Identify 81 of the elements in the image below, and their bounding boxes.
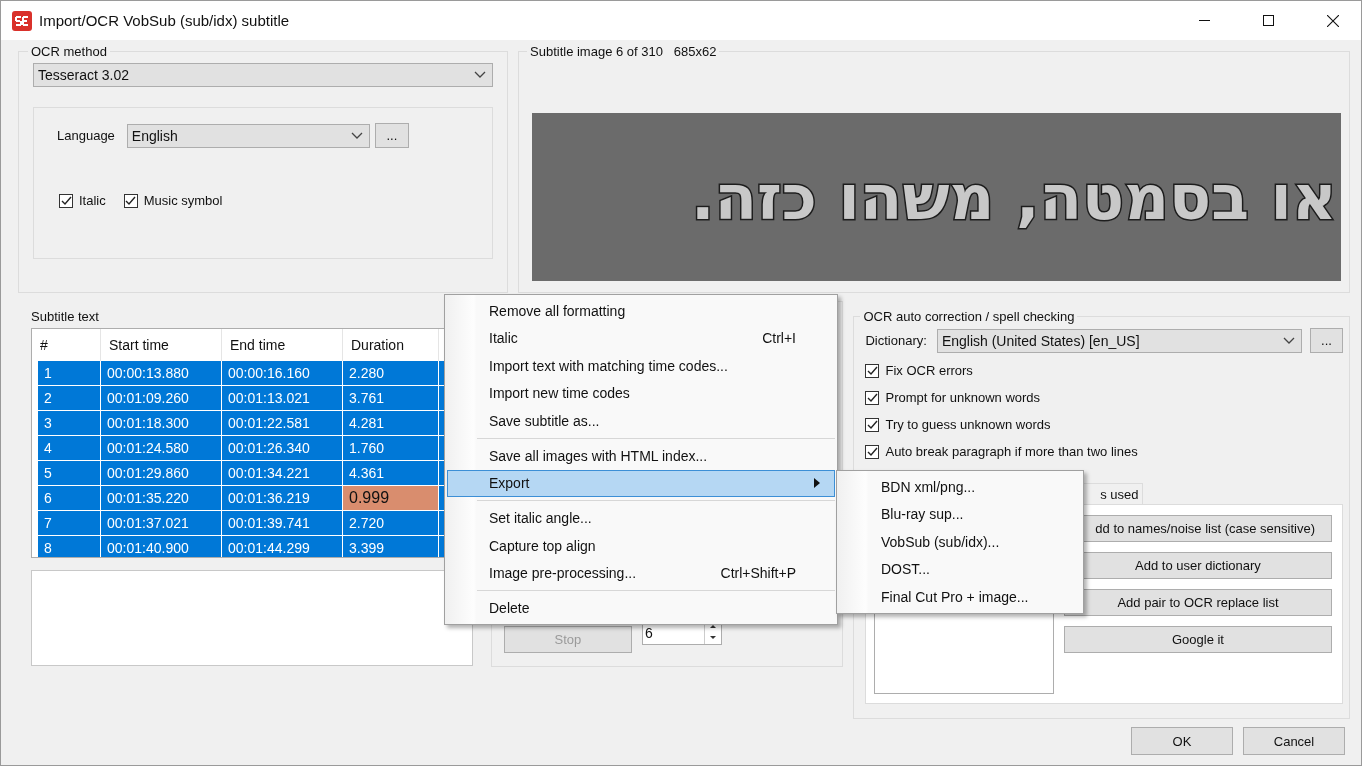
table-cell: 3	[38, 411, 101, 436]
table-cell: 00:01:24.580	[101, 436, 222, 461]
ocr-engine-dropdown[interactable]: Tesseract 3.02	[33, 63, 493, 87]
table-cell: 00:01:26.340	[222, 436, 343, 461]
table-cell: 4	[38, 436, 101, 461]
table-cell: 00:01:13.021	[222, 386, 343, 411]
table-cell: 00:01:36.219	[222, 486, 343, 511]
table-cell: 00:01:18.300	[101, 411, 222, 436]
chevron-down-icon	[1283, 336, 1295, 345]
table-cell: 00:01:39.741	[222, 511, 343, 536]
menu-item[interactable]: Remove all formatting	[447, 297, 835, 325]
action-button[interactable]: Google it	[1064, 626, 1332, 653]
ok-button[interactable]: OK	[1131, 727, 1233, 755]
table-cell: 00:01:44.299	[222, 536, 343, 557]
subtitle-image-text: או בסמטה, משהו כזה.	[690, 160, 1337, 234]
section-label: Subtitle text	[31, 309, 100, 324]
dictionary-dropdown[interactable]: English (United States) [en_US]	[936, 328, 1302, 353]
group-label: OCR method	[30, 44, 108, 59]
table-cell: 00:01:37.021	[101, 511, 222, 536]
table-cell: 00:01:35.220	[101, 486, 222, 511]
checkbox-box	[59, 193, 73, 208]
checkbox-box	[865, 417, 880, 432]
table-cell: 7	[38, 511, 101, 536]
app-logo-icon	[12, 10, 32, 31]
window-title: Import/OCR VobSub (sub/idx) subtitle	[39, 12, 291, 29]
table-cell: 1.760	[343, 436, 439, 461]
table-cell: 2	[38, 386, 101, 411]
table-cell: 2.280	[343, 361, 439, 386]
checkbox[interactable]: Auto break paragraph if more than two lines	[865, 444, 1343, 459]
checkbox[interactable]: Prompt for unknown words	[865, 390, 1343, 405]
checkbox[interactable]: Try to guess unknown words	[865, 417, 1343, 432]
table-cell: 3.399	[343, 536, 439, 557]
menu-item[interactable]: Image pre-processing... Ctrl+Shift+P	[447, 559, 835, 587]
group-label: Subtitle image 6 of 310 685x62	[529, 44, 718, 59]
menu-item[interactable]: Italic Ctrl+I	[447, 324, 835, 352]
maximize-icon	[1263, 15, 1274, 26]
table-cell: 3.761	[343, 386, 439, 411]
table-cell: 00:00:13.880	[101, 361, 222, 386]
more-button[interactable]: ...	[1310, 328, 1343, 353]
group-label: OCR auto correction / spell checking	[862, 309, 1076, 324]
table-cell: 2.720	[343, 511, 439, 536]
minimize-icon	[1199, 19, 1210, 22]
checkbox[interactable]: Music symbol	[123, 193, 223, 208]
checkbox[interactable]: Italic	[59, 193, 106, 208]
chevron-down-icon	[474, 71, 486, 79]
checkbox-box	[865, 363, 880, 378]
menu-item[interactable]: Capture top align	[447, 532, 835, 560]
checkbox-box	[865, 390, 880, 405]
menu-item[interactable]: Export	[447, 469, 835, 497]
subtitle-text-box[interactable]	[31, 570, 473, 666]
menu-item[interactable]: Import text with matching time codes...	[447, 352, 835, 380]
menu-item[interactable]: Import new time codes	[447, 379, 835, 407]
menu-item[interactable]: Delete	[447, 594, 835, 622]
more-button[interactable]: ...	[374, 123, 409, 148]
language-dropdown[interactable]: English	[126, 123, 370, 148]
language-label: Language	[57, 128, 115, 143]
action-button[interactable]: Add pair to OCR replace list	[1064, 589, 1332, 616]
table-cell: 4.281	[343, 411, 439, 436]
table-cell: 00:01:34.221	[222, 461, 343, 486]
menu-item[interactable]: Save subtitle as...	[447, 407, 835, 435]
close-icon	[1326, 14, 1339, 27]
checkbox-box	[123, 193, 138, 208]
table-cell: 00:01:40.900	[101, 536, 222, 557]
table-cell: 8	[38, 536, 101, 557]
table-cell: 00:01:22.581	[222, 411, 343, 436]
table-cell: 00:00:16.160	[222, 361, 343, 386]
checkbox-box	[865, 444, 880, 459]
checkbox[interactable]: Fix OCR errors	[865, 363, 1343, 378]
table-cell: 6	[38, 486, 101, 511]
table-cell: 00:01:09.260	[101, 386, 222, 411]
cancel-button[interactable]: Cancel	[1243, 727, 1345, 755]
dictionary-label: Dictionary:	[865, 333, 927, 348]
table-cell: 5	[38, 461, 101, 486]
table-cell: 00:01:29.860	[101, 461, 222, 486]
menu-item[interactable]: Set italic angle...	[447, 504, 835, 532]
menu-item[interactable]: Save all images with HTML index...	[447, 442, 835, 470]
table-cell: 0.999	[343, 486, 439, 511]
submenu-arrow-icon	[814, 478, 820, 489]
chevron-down-icon	[350, 131, 363, 140]
table-cell: 1	[38, 361, 101, 386]
table-cell: 4.361	[343, 461, 439, 486]
